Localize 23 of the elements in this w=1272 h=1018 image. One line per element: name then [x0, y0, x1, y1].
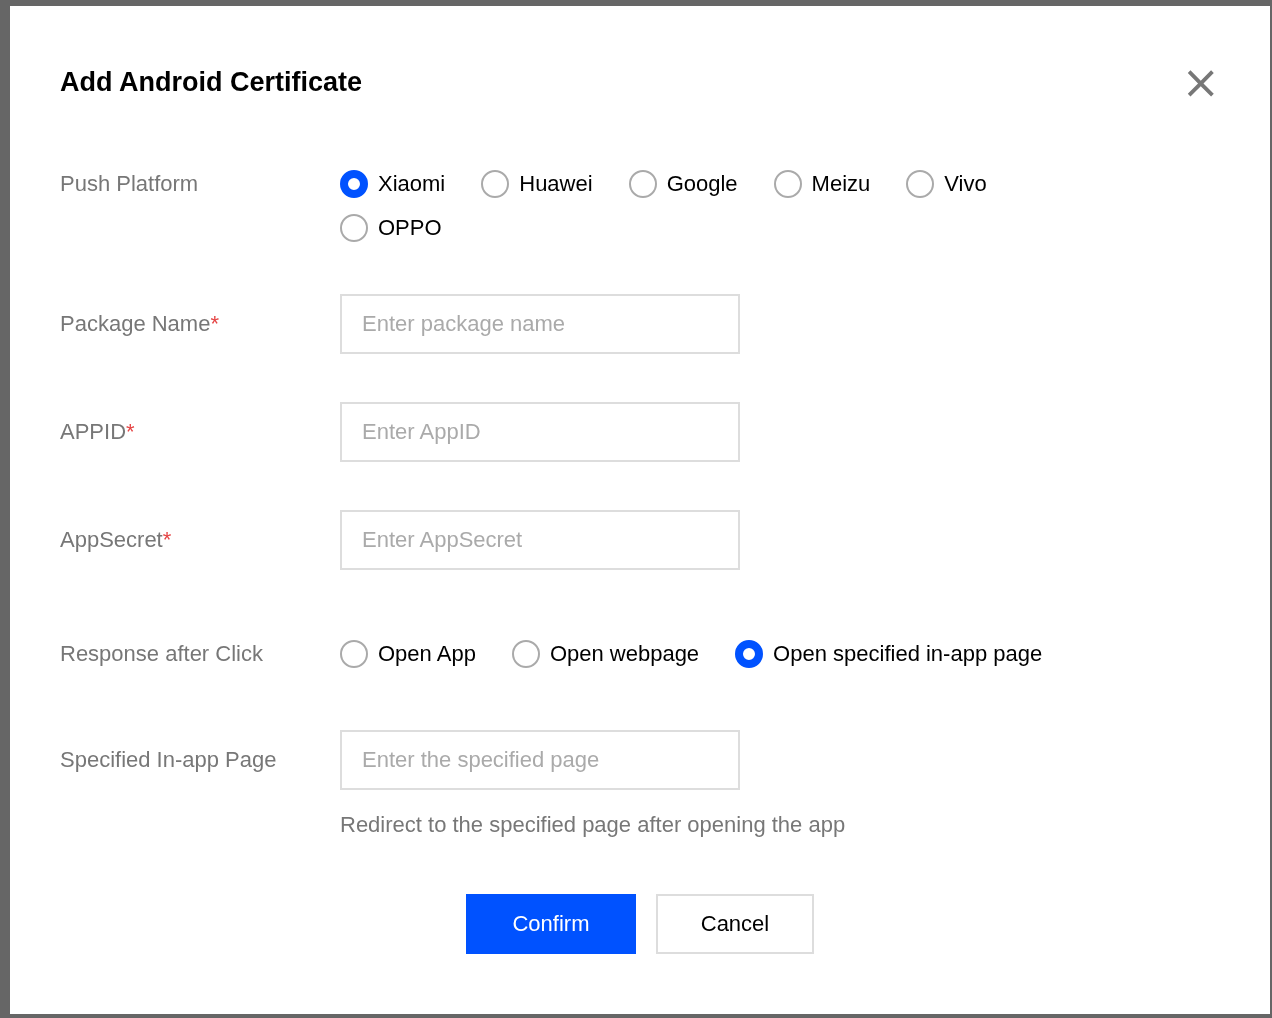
input-field[interactable]: Enter AppID [340, 402, 740, 462]
input-field[interactable]: Enter package name [340, 294, 740, 354]
field-label: Response after Click [60, 640, 264, 668]
cancel-button[interactable]: Cancel [656, 894, 814, 954]
radio-option[interactable]: Meizu [773, 162, 871, 206]
field-label: Package Name* [60, 310, 220, 338]
radio-option[interactable]: OPPO [340, 206, 442, 250]
field-label: APPID* [60, 418, 136, 446]
radio-option[interactable]: Vivo [906, 162, 987, 206]
field-label: AppSecret* [60, 526, 173, 554]
radio-option[interactable]: Xiaomi [340, 162, 446, 206]
radio-option[interactable]: Huawei [481, 162, 593, 206]
hint-text: Redirect to the specified page after opening the app [340, 812, 846, 838]
radio-option[interactable]: Open specified in-app page [735, 632, 1043, 676]
radio-option[interactable]: Open webpage [511, 632, 700, 676]
input-field[interactable]: Enter the specified page [340, 730, 740, 790]
input-field[interactable]: Enter AppSecret [340, 510, 740, 570]
field-label: Specified In-app Page [60, 746, 278, 774]
field-label: Push Platform [60, 170, 200, 198]
dialog-title: Add Android Certificate [60, 66, 362, 98]
radio-option[interactable]: Open App [340, 632, 476, 676]
radio-option[interactable]: Google [628, 162, 738, 206]
confirm-button[interactable]: Confirm [466, 894, 636, 954]
